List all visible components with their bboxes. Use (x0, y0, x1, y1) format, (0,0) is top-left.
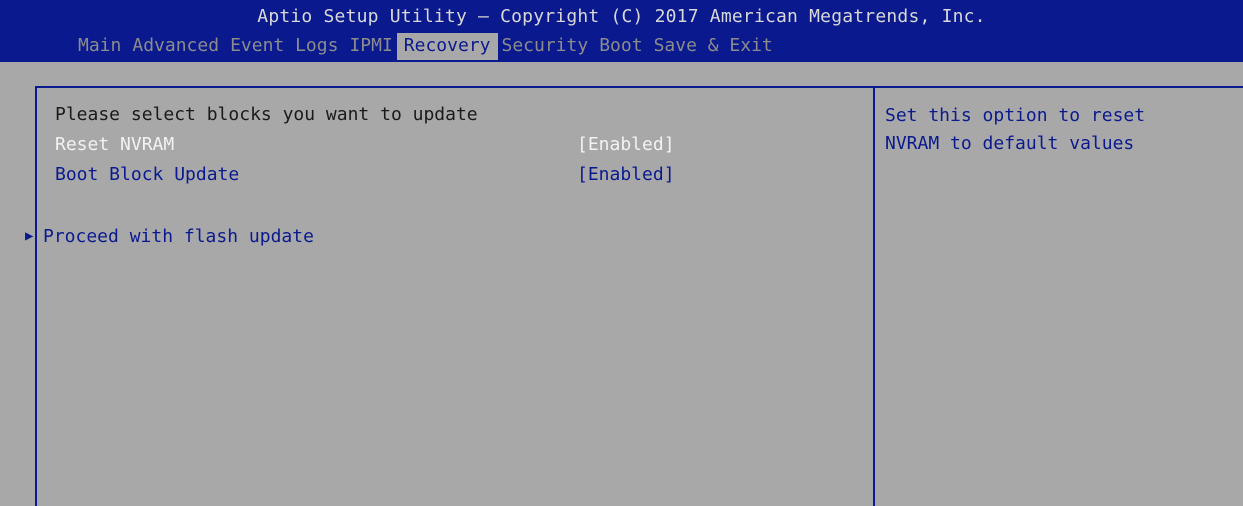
menu-bar: Main Advanced Event Logs IPMI Recovery S… (78, 33, 784, 62)
bios-screen: Aptio Setup Utility – Copyright (C) 2017… (0, 0, 1243, 506)
tab-boot[interactable]: Boot (599, 33, 642, 60)
tab-advanced[interactable]: Advanced (132, 33, 219, 60)
tab-event-logs[interactable]: Event Logs (230, 33, 338, 60)
settings-panel: Please select blocks you want to update … (25, 86, 875, 506)
boot-block-update-value[interactable]: [Enabled] (577, 164, 675, 185)
proceed-flash-update[interactable]: Proceed with flash update (43, 226, 314, 247)
tab-recovery[interactable]: Recovery (396, 33, 498, 60)
header-bar: Aptio Setup Utility – Copyright (C) 2017… (0, 0, 1243, 62)
tab-save-exit[interactable]: Save & Exit (654, 33, 773, 60)
tab-ipmi[interactable]: IPMI (349, 33, 392, 60)
help-panel: Set this option to reset NVRAM to defaul… (875, 86, 1243, 506)
reset-nvram-value[interactable]: [Enabled] (577, 134, 675, 155)
submenu-arrow-icon: ▶ (25, 228, 34, 244)
help-text: Set this option to reset NVRAM to defaul… (885, 105, 1146, 154)
boot-block-update-label[interactable]: Boot Block Update (55, 164, 239, 185)
reset-nvram-label[interactable]: Reset NVRAM (55, 134, 174, 155)
header-title: Aptio Setup Utility – Copyright (C) 2017… (257, 6, 986, 27)
tab-main[interactable]: Main (78, 33, 121, 60)
tab-security[interactable]: Security (502, 33, 589, 60)
intro-text: Please select blocks you want to update (55, 104, 478, 125)
